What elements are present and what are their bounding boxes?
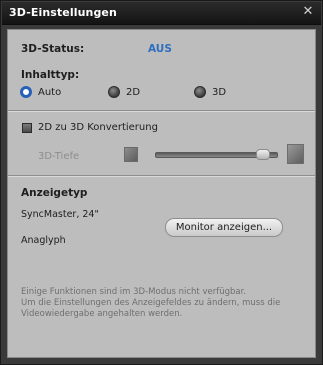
radio-auto[interactable] xyxy=(20,86,32,98)
divider xyxy=(8,110,315,112)
status-label: 3D-Status: xyxy=(21,43,85,55)
depth-slider-handle[interactable] xyxy=(256,149,271,160)
settings-dialog: 3D-Einstellungen ✕ 3D-Status: AUS Inhalt… xyxy=(0,0,323,365)
display-mode: Anaglyph xyxy=(21,235,66,246)
note-line: Einige Funktionen sind im 3D-Modus nicht… xyxy=(21,287,247,297)
title-bar[interactable]: 3D-Einstellungen ✕ xyxy=(2,2,321,25)
radio-3d[interactable] xyxy=(194,86,206,98)
show-monitor-button[interactable]: Monitor anzeigen... xyxy=(165,218,283,237)
dialog-title: 3D-Einstellungen xyxy=(9,6,117,19)
radio-3d-label[interactable]: 3D xyxy=(212,87,226,98)
content-type-label: Inhalttyp: xyxy=(21,69,80,81)
conversion-checkbox-label[interactable]: 2D zu 3D Konvertierung xyxy=(38,122,158,133)
radio-2d[interactable] xyxy=(108,86,120,98)
display-type-heading: Anzeigetyp xyxy=(21,187,88,199)
radio-2d-label[interactable]: 2D xyxy=(126,87,140,98)
close-icon[interactable]: ✕ xyxy=(301,5,315,19)
depth-label: 3D-Tiefe xyxy=(38,151,80,162)
radio-auto-label[interactable]: Auto xyxy=(38,87,61,98)
status-value: AUS xyxy=(148,43,172,55)
conversion-checkbox[interactable] xyxy=(22,123,32,133)
note-line: Um die Einstellungen des Anzeigefeldes z… xyxy=(21,298,281,308)
monitor-name: SyncMaster, 24" xyxy=(21,209,99,220)
note-line: Videowiedergabe angehalten werden. xyxy=(21,309,183,319)
settings-panel: 3D-Status: AUS Inhalttyp: Auto 2D 3D 2D … xyxy=(7,29,316,358)
shallow-depth-icon xyxy=(124,147,138,162)
divider xyxy=(8,175,315,177)
deep-depth-icon xyxy=(287,144,304,164)
